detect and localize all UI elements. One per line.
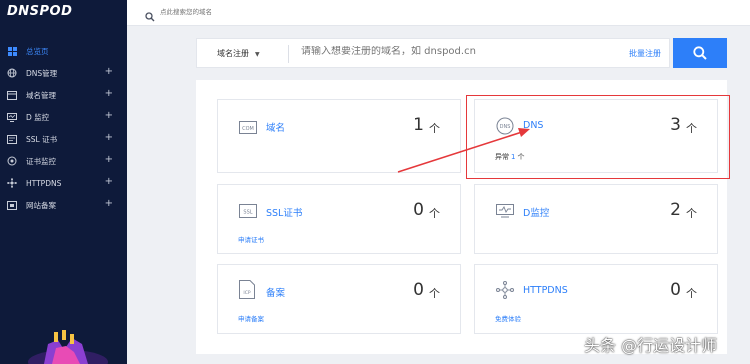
sidebar-item-ssl[interactable]: SSL 证书 + <box>0 128 127 150</box>
httpdns-card[interactable]: HTTPDNS 0 个 免费体验 <box>474 264 718 334</box>
ssl-card[interactable]: SSL SSL证书 0 个 申请证书 <box>217 184 461 254</box>
sidebar-item-domain[interactable]: 域名管理 + <box>0 84 127 106</box>
network-icon <box>7 178 17 188</box>
sidebar-item-label: 网站备案 <box>26 200 56 210</box>
domain-card[interactable]: COM 域名 1 个 <box>217 99 461 173</box>
card-title: D监控 <box>523 208 550 219</box>
search-icon <box>693 46 707 60</box>
apply-cert-link[interactable]: 申请证书 <box>238 234 264 244</box>
card-count: 1 <box>413 115 424 135</box>
icp-icon: ICP <box>239 280 255 303</box>
batch-register-link[interactable]: 批量注册 <box>629 48 661 59</box>
watermark: 头条 @行运设计师 <box>584 336 718 355</box>
certificate-icon <box>7 134 17 144</box>
sidebar-item-overview[interactable]: 总览页 <box>0 40 127 62</box>
card-title: 域名 <box>266 123 286 134</box>
sidebar-item-label: D 监控 <box>26 112 50 122</box>
expand-plus-icon[interactable]: + <box>105 198 113 209</box>
card-count: 0 <box>413 200 424 220</box>
caret-down-icon: ▼ <box>255 51 260 58</box>
browser-icon <box>7 90 17 100</box>
card-count: 0 <box>413 280 424 300</box>
apply-beian-link[interactable]: 申请备案 <box>238 313 264 323</box>
highlight-box <box>466 95 730 179</box>
search-type-select[interactable]: 域名注册 ▼ <box>217 48 260 59</box>
monitor-icon <box>7 112 17 122</box>
sidebar-item-label: SSL 证书 <box>26 134 58 144</box>
sidebar: DNSPOD 总览页 DNS管理 + 域名管理 + D 监控 + SSL 证书 … <box>0 0 127 364</box>
card-unit: 个 <box>429 122 440 135</box>
monitor-icon <box>496 203 514 222</box>
card-title: 备案 <box>266 288 286 299</box>
dnspod-logo[interactable]: DNSPOD <box>7 4 72 19</box>
free-trial-link[interactable]: 免费体验 <box>495 313 521 323</box>
sidebar-item-label: 域名管理 <box>26 90 56 100</box>
sidebar-item-label: 证书监控 <box>26 156 56 166</box>
card-title: SSL证书 <box>266 208 303 219</box>
network-icon <box>496 281 514 303</box>
domain-search-box: 域名注册 ▼ 批量注册 <box>196 38 670 68</box>
sidebar-item-dns[interactable]: DNS管理 + <box>0 62 127 84</box>
card-unit: 个 <box>686 287 697 300</box>
expand-plus-icon[interactable]: + <box>105 132 113 143</box>
expand-plus-icon[interactable]: + <box>105 154 113 165</box>
expand-plus-icon[interactable]: + <box>105 66 113 77</box>
domain-input[interactable] <box>301 46 541 57</box>
sidebar-item-cert-monitor[interactable]: 证书监控 + <box>0 150 127 172</box>
target-icon <box>7 156 17 166</box>
dashboard-icon <box>7 46 17 56</box>
search-icon[interactable] <box>145 7 155 26</box>
sidebar-nav: 总览页 DNS管理 + 域名管理 + D 监控 + SSL 证书 + 证书监控 … <box>0 40 127 216</box>
promo-banner[interactable] <box>24 322 112 364</box>
globe-icon <box>7 68 17 78</box>
record-icon <box>7 200 17 210</box>
card-title: HTTPDNS <box>523 285 568 296</box>
global-search-input[interactable] <box>160 8 360 16</box>
expand-plus-icon[interactable]: + <box>105 88 113 99</box>
top-search-bar <box>127 0 750 26</box>
card-count: 2 <box>670 200 681 220</box>
ssl-icon: SSL <box>239 203 257 222</box>
dmonitor-card[interactable]: D监控 2 个 <box>474 184 718 254</box>
beian-card[interactable]: ICP 备案 0 个 申请备案 <box>217 264 461 334</box>
card-unit: 个 <box>686 207 697 220</box>
sidebar-item-httpdns[interactable]: HTTPDNS + <box>0 172 127 194</box>
sidebar-item-label: HTTPDNS <box>26 178 62 188</box>
sidebar-item-beian[interactable]: 网站备案 + <box>0 194 127 216</box>
svg-text:ICP: ICP <box>243 290 250 296</box>
sidebar-item-dmonitor[interactable]: D 监控 + <box>0 106 127 128</box>
card-count: 0 <box>670 280 681 300</box>
expand-plus-icon[interactable]: + <box>105 110 113 121</box>
svg-text:SSL: SSL <box>243 210 252 216</box>
divider <box>288 45 289 63</box>
card-unit: 个 <box>429 207 440 220</box>
sidebar-item-label: DNS管理 <box>26 68 58 78</box>
com-icon: COM <box>239 119 257 138</box>
card-unit: 个 <box>429 287 440 300</box>
search-type-value: 域名注册 <box>217 49 249 58</box>
expand-plus-icon[interactable]: + <box>105 176 113 187</box>
sidebar-item-label: 总览页 <box>26 46 49 56</box>
search-button[interactable] <box>673 38 727 68</box>
svg-text:COM: COM <box>242 126 254 132</box>
